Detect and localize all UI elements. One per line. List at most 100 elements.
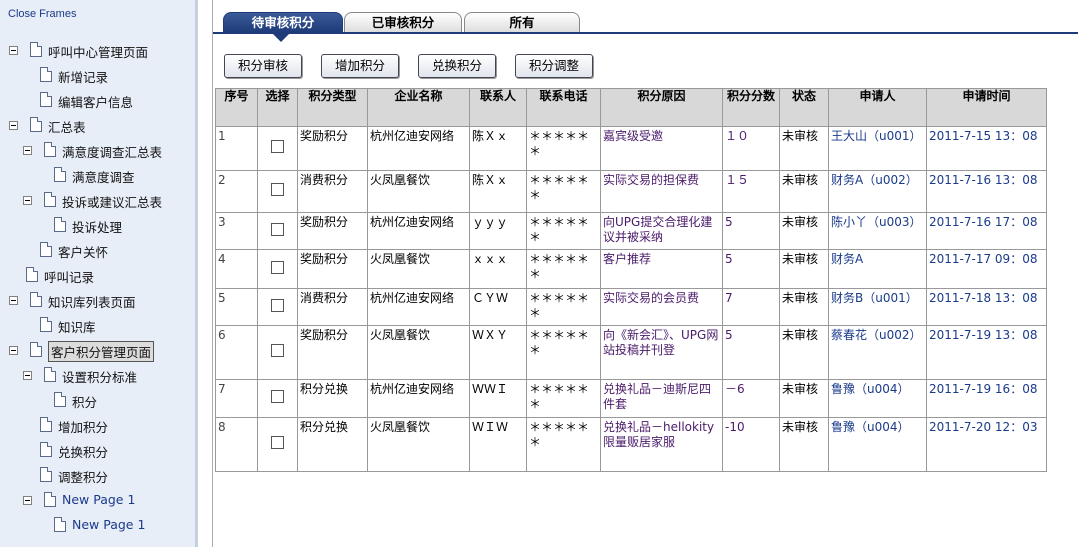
row-checkbox[interactable] — [271, 436, 284, 449]
tree-item[interactable]: 呼叫记录 — [0, 265, 195, 285]
collapse-toggle-icon[interactable] — [23, 496, 32, 505]
redeem-points-button[interactable]: 兑换积分 — [418, 54, 496, 78]
table-row: 3 奖励积分 杭州亿迪安网络 ｙｙｙ ＊＊＊＊＊＊ 向UPG提交合理化建议并被采纳 5 未审核… — [215, 212, 1047, 250]
row-index: 8 — [215, 417, 258, 472]
row-checkbox[interactable] — [271, 344, 284, 357]
tree-item[interactable]: 满意度调查 — [0, 165, 195, 185]
cell-phone: ＊＊＊＊＊＊ — [526, 417, 601, 472]
navigation-sidebar: Close Frames 呼叫中心管理页面新增记录编辑客户信息 汇总表满意度调查汇… — [0, 0, 198, 547]
page-icon — [54, 517, 66, 532]
cell-time: 2011-7-20 12：03 — [926, 417, 1047, 472]
adjust-points-button[interactable]: 积分调整 — [515, 54, 593, 78]
tree-item[interactable]: 投诉或建议汇总表 — [0, 190, 195, 210]
cell-phone: ＊＊＊＊＊＊ — [526, 379, 601, 418]
cell-type: 积分兑换 — [297, 417, 368, 472]
tree-item[interactable]: 增加积分 — [0, 415, 195, 435]
row-checkbox[interactable] — [271, 298, 284, 312]
cell-score: －6 — [722, 379, 780, 418]
tree-item[interactable]: 满意度调查汇总表 — [0, 140, 195, 160]
cell-reason: 兑换礼品－迪斯尼四件套 — [600, 379, 723, 418]
page-icon — [40, 67, 52, 82]
tree-item[interactable]: 编辑客户信息 — [0, 90, 195, 110]
tree-item[interactable]: 汇总表 — [0, 115, 195, 135]
table-row: 2 消费积分 火凤凰餐饮 陈Ｘｘ ＊＊＊＊＊＊ 实际交易的担保费 １５ 未审核 财务A（u002… — [215, 170, 1047, 213]
tab-approved-points[interactable]: 已审核积分 — [344, 12, 462, 33]
row-checkbox[interactable] — [271, 260, 284, 274]
cell-status: 未审核 — [779, 325, 829, 380]
cell-type: 奖励积分 — [297, 212, 368, 250]
approve-points-button[interactable]: 积分审核 — [224, 54, 302, 78]
row-index: 7 — [215, 379, 258, 418]
cell-score: １０ — [722, 126, 780, 171]
main-panel: 待审核积分 已审核积分 所有 积分审核 增加积分 兑换积分 积分调整 序号 选择积… — [212, 0, 1078, 547]
cell-company: 杭州亿迪安网络 — [367, 126, 470, 171]
tree-item[interactable]: 积分 — [0, 390, 195, 410]
cell-contact: 陈Ｘｘ — [469, 170, 527, 213]
collapse-toggle-icon[interactable] — [9, 121, 18, 130]
tree-item[interactable]: New Page 1 — [0, 515, 195, 535]
row-index: 6 — [215, 325, 258, 380]
cell-type: 积分兑换 — [297, 379, 368, 418]
cell-status: 未审核 — [779, 249, 829, 289]
cell-contact: ＣＹＷ — [469, 288, 527, 326]
select-cell — [257, 379, 298, 418]
tree-item[interactable]: 调整积分 — [0, 465, 195, 485]
page-icon — [44, 192, 56, 207]
tab-pending-points[interactable]: 待审核积分 — [223, 12, 343, 33]
tab-underline — [213, 32, 1078, 34]
tree-item[interactable]: 知识库列表页面 — [0, 290, 195, 310]
select-cell — [257, 249, 298, 289]
close-frames-link[interactable]: Close Frames — [8, 8, 76, 20]
tree-item[interactable]: 知识库 — [0, 315, 195, 335]
tree-item[interactable]: New Page 1 — [0, 490, 195, 510]
cell-company: 火凤凰餐饮 — [367, 417, 470, 472]
tree-item[interactable]: 兑换积分 — [0, 440, 195, 460]
tree-item[interactable]: 投诉处理 — [0, 215, 195, 235]
cell-applicant: 王大山（u001） — [828, 126, 927, 171]
cell-phone: ＊＊＊＊＊＊ — [526, 288, 601, 326]
page-icon — [40, 242, 52, 257]
tree-item-label: 投诉或建议汇总表 — [62, 195, 163, 210]
cell-contact: ｙｙｙ — [469, 212, 527, 250]
collapse-toggle-icon[interactable] — [23, 371, 32, 380]
tree-item-label: 知识库列表页面 — [48, 295, 136, 310]
page-icon — [26, 267, 38, 282]
select-cell — [257, 126, 298, 171]
tree-item[interactable]: 呼叫中心管理页面 — [0, 40, 195, 60]
cell-applicant: 蔡春花（u002） — [828, 325, 927, 380]
cell-phone: ＊＊＊＊＊＊ — [526, 249, 601, 289]
table-row: 5 消费积分 杭州亿迪安网络 ＣＹＷ ＊＊＊＊＊＊ 实际交易的会员费 7 未审核 财务B（u00… — [215, 288, 1047, 326]
tree-item[interactable]: 客户积分管理页面 — [0, 340, 195, 362]
tree-item-label: 客户关怀 — [58, 245, 109, 260]
tree-item-label: 客户积分管理页面 — [48, 341, 155, 362]
cell-reason: 实际交易的会员费 — [600, 288, 723, 326]
cell-phone: ＊＊＊＊＊＊ — [526, 212, 601, 250]
cell-time: 2011-7-19 13：08 — [926, 325, 1047, 380]
row-checkbox[interactable] — [271, 183, 284, 196]
cell-contact: ＷＩＷ — [469, 417, 527, 472]
tree-item[interactable]: 客户关怀 — [0, 240, 195, 260]
cell-status: 未审核 — [779, 417, 829, 472]
cell-company: 火凤凰餐饮 — [367, 325, 470, 380]
collapse-toggle-icon[interactable] — [9, 346, 18, 355]
tab-all[interactable]: 所有 — [464, 12, 580, 33]
active-tab-arrow-icon — [273, 34, 289, 42]
page-icon — [30, 117, 42, 132]
add-points-button[interactable]: 增加积分 — [321, 54, 399, 78]
cell-type: 奖励积分 — [297, 126, 368, 171]
collapse-toggle-icon[interactable] — [23, 146, 32, 155]
row-checkbox[interactable] — [271, 140, 284, 153]
tree-item[interactable]: 设置积分标准 — [0, 365, 195, 385]
collapse-toggle-icon[interactable] — [23, 196, 32, 205]
tree-item[interactable]: 新增记录 — [0, 65, 195, 85]
row-checkbox[interactable] — [271, 222, 284, 236]
cell-phone: ＊＊＊＊＊＊ — [526, 325, 601, 380]
cell-company: 火凤凰餐饮 — [367, 249, 470, 289]
row-checkbox[interactable] — [271, 390, 284, 403]
cell-status: 未审核 — [779, 126, 829, 171]
collapse-toggle-icon[interactable] — [9, 46, 18, 55]
collapse-toggle-icon[interactable] — [9, 296, 18, 305]
select-cell — [257, 212, 298, 250]
page-icon — [54, 217, 66, 232]
tree-item-label: 呼叫中心管理页面 — [48, 45, 149, 60]
